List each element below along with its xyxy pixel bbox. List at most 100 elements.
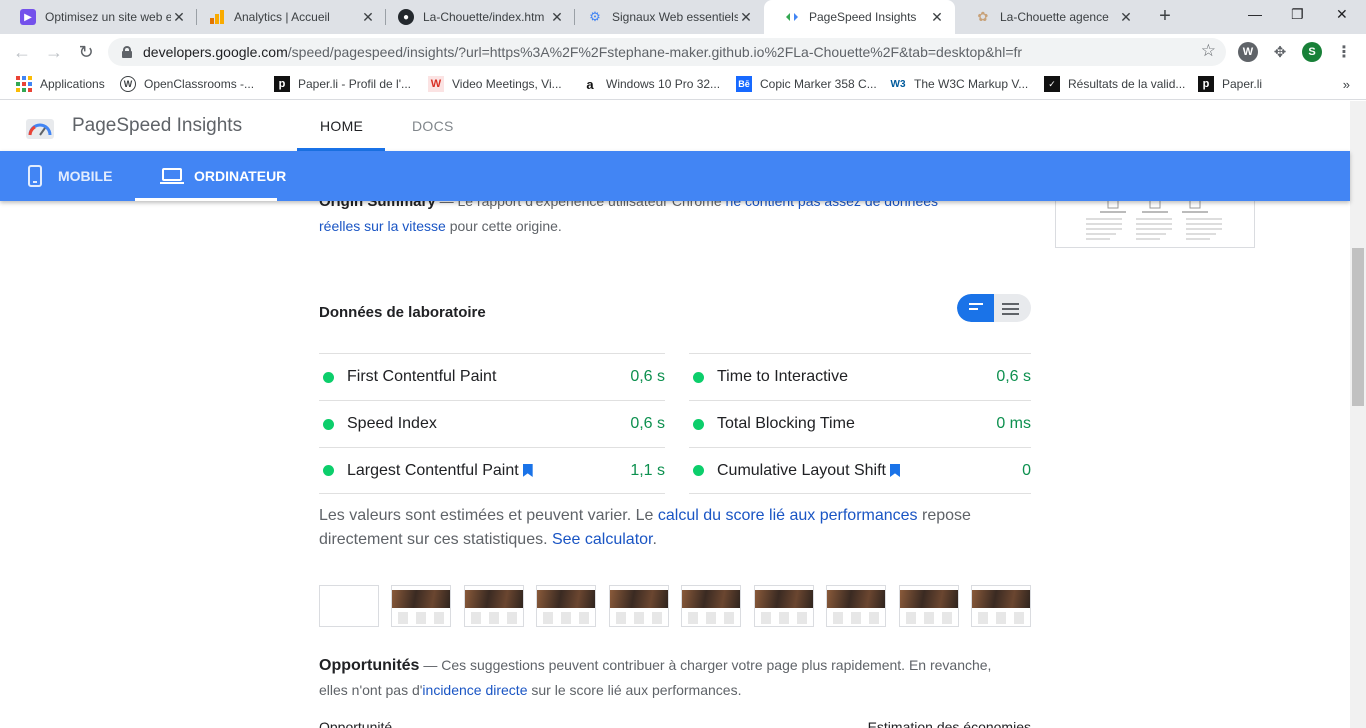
tab-label: ORDINATEUR (194, 168, 287, 184)
browser-tab[interactable]: ✿ La-Chouette agence ✕ (955, 0, 1144, 34)
bookmarks-bar: Applications W OpenClassrooms -... p Pap… (0, 70, 1366, 100)
bookmark-label: Paper.li - Profil de l'... (298, 77, 412, 91)
bookmark-item[interactable]: p Paper.li (1198, 76, 1262, 92)
report-content: Origin Summary — Le rapport d'expérience… (0, 201, 1350, 728)
chevron-right-icon[interactable]: » (1343, 77, 1350, 92)
browser-tab[interactable]: Analytics | Accueil ✕ (189, 0, 386, 34)
validator-icon: ✓ (1044, 76, 1060, 92)
back-icon[interactable]: ← (11, 41, 33, 63)
forward-icon[interactable]: → (43, 41, 65, 63)
bookmark-item[interactable]: a Windows 10 Pro 32... (582, 76, 720, 92)
tab-desktop[interactable]: ORDINATEUR (160, 151, 286, 201)
extension-icon[interactable]: W (1238, 42, 1258, 62)
tab-title: La-Chouette agence (1000, 10, 1109, 24)
bookmark-item[interactable]: W3 The W3C Markup V... (890, 76, 1029, 92)
metrics-column: Time to Interactive 0,6 s Total Blocking… (689, 353, 1031, 494)
note-text: Les valeurs sont estimées et peuvent var… (319, 507, 658, 524)
metric-row: Largest Contentful Paint 1,1 s (319, 447, 665, 494)
browser-toolbar: ← → ↻ developers.google.com/speed/pagesp… (0, 34, 1366, 70)
page-title: PageSpeed Insights (72, 115, 243, 136)
browser-tab[interactable]: ▶ Optimisez un site web e ✕ (0, 0, 197, 34)
star-icon[interactable]: ☆ (1201, 41, 1216, 61)
section-heading: Origin Summary (319, 201, 436, 210)
final-screenshot (1055, 201, 1255, 248)
bookmark-item[interactable]: Bē Copic Marker 358 C... (736, 76, 877, 92)
tab-title: PageSpeed Insights (809, 10, 917, 24)
lab-data-heading: Données de laboratoire (319, 304, 486, 321)
minimize-icon[interactable]: — (1248, 6, 1262, 22)
wordpress-icon: W (120, 76, 136, 92)
score-calculation-link[interactable]: calcul du score lié aux performances (658, 507, 918, 524)
tab-title: Signaux Web essentiels (612, 10, 738, 24)
reload-icon[interactable]: ↻ (75, 41, 97, 63)
tab-mobile[interactable]: MOBILE (28, 151, 112, 201)
tab-title: Optimisez un site web e (45, 10, 171, 24)
puzzle-icon[interactable]: ✥ (1270, 42, 1290, 62)
restore-icon[interactable]: ❐ (1291, 6, 1304, 23)
close-window-icon[interactable]: ✕ (1336, 6, 1348, 23)
laptop-icon (160, 168, 184, 184)
new-tab-button[interactable]: + (1154, 6, 1176, 28)
metric-value: 0,6 s (996, 368, 1031, 385)
close-icon[interactable]: ✕ (171, 9, 187, 26)
filmstrip-frame (681, 585, 741, 627)
filmstrip-frame (826, 585, 886, 627)
behance-icon: Bē (736, 76, 752, 92)
bookmark-item[interactable]: W OpenClassrooms -... (120, 76, 254, 92)
column-header-opportunity: Opportunité (319, 719, 393, 728)
paperli-icon: p (274, 76, 290, 92)
close-icon[interactable]: ✕ (360, 9, 376, 26)
owl-icon: ✿ (977, 9, 989, 24)
web-vital-flag-icon (889, 464, 900, 477)
separator-dash: — (419, 657, 442, 673)
bookmark-item[interactable]: W Video Meetings, Vi... (428, 76, 562, 92)
github-icon: ● (398, 9, 414, 25)
filmstrip-frame (971, 585, 1031, 627)
page-scrollbar[interactable] (1350, 101, 1366, 728)
metric-row: Cumulative Layout Shift 0 (689, 447, 1031, 494)
bookmark-label: Copic Marker 358 C... (760, 77, 877, 91)
close-icon[interactable]: ✕ (929, 9, 945, 26)
scrollbar-thumb[interactable] (1352, 248, 1364, 406)
origin-text: pour cette origine. (445, 218, 562, 234)
filmstrip-frame (754, 585, 814, 627)
column-header-savings: Estimation des économies (867, 719, 1031, 728)
browser-tab[interactable]: ● La-Chouette/index.htm ✕ (378, 0, 575, 34)
bookmark-item[interactable]: ✓ Résultats de la valid... (1044, 76, 1185, 92)
metric-row: Total Blocking Time 0 ms (689, 400, 1031, 447)
nav-tab-home[interactable]: HOME (320, 118, 363, 134)
bookmark-item[interactable]: Applications (16, 76, 105, 92)
browser-tab[interactable]: ⚙ Signaux Web essentiels ✕ (567, 0, 764, 34)
pass-dot-icon (323, 371, 334, 383)
see-calculator-link[interactable]: See calculator (552, 531, 653, 548)
nav-tab-docs[interactable]: DOCS (412, 118, 454, 134)
pagespeed-icon (784, 9, 800, 25)
address-bar[interactable]: developers.google.com/speed/pagespeed/in… (108, 38, 1226, 66)
bookmark-label: The W3C Markup V... (914, 77, 1029, 91)
phone-icon (28, 165, 42, 187)
filmstrip (319, 585, 1031, 627)
browser-tab-active[interactable]: PageSpeed Insights ✕ (764, 0, 955, 34)
menu-icon[interactable]: ⋮ (1334, 42, 1354, 62)
lock-icon (122, 46, 132, 58)
filmstrip-frame (391, 585, 451, 627)
apps-icon (16, 76, 32, 92)
avatar[interactable]: S (1302, 42, 1322, 62)
metric-value: 0,6 s (630, 415, 665, 432)
list-icon[interactable] (1002, 303, 1019, 318)
whereby-icon: W (428, 76, 444, 92)
bookmark-label: Paper.li (1222, 77, 1263, 91)
metric-name: Total Blocking Time (717, 415, 855, 432)
view-toggle[interactable] (957, 294, 1031, 322)
direct-impact-link[interactable]: incidence directe (422, 682, 527, 698)
close-icon[interactable]: ✕ (549, 9, 565, 26)
pagespeed-logo-icon (26, 119, 54, 139)
bookmark-item[interactable]: p Paper.li - Profil de l'... (274, 76, 411, 92)
tab-label: MOBILE (58, 168, 113, 184)
close-icon[interactable]: ✕ (1118, 9, 1134, 26)
active-device-indicator (135, 198, 277, 201)
bookmark-label: OpenClassrooms -... (144, 77, 255, 91)
close-icon[interactable]: ✕ (738, 9, 754, 26)
bookmark-label: Résultats de la valid... (1068, 77, 1186, 91)
opportunities-section: Opportunités — Ces suggestions peuvent c… (319, 653, 1009, 703)
